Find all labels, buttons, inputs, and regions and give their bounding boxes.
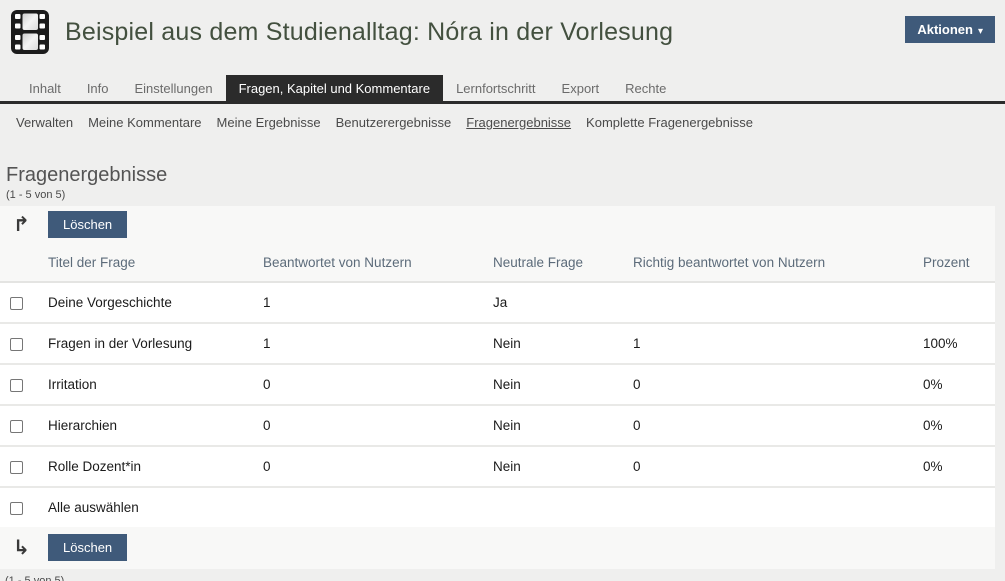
subtab-verwalten[interactable]: Verwalten	[16, 115, 73, 130]
cell-percent: 0%	[913, 364, 995, 405]
cell-neutral: Ja	[483, 282, 623, 323]
cell-correct	[623, 282, 913, 323]
header-checkbox-spacer	[0, 243, 38, 282]
cell-answered: 1	[253, 282, 483, 323]
cell-title: Irritation	[38, 364, 253, 405]
subtab-benutzerergebnisse[interactable]: Benutzerergebnisse	[336, 115, 452, 130]
cell-answered: 0	[253, 446, 483, 487]
cell-title: Fragen in der Vorlesung	[38, 323, 253, 364]
table-toolbar-bottom: ↳ Löschen	[0, 527, 995, 569]
chevron-down-icon: ▾	[978, 26, 983, 37]
tab-info[interactable]: Info	[74, 75, 122, 101]
page-title: Beispiel aus dem Studienalltag: Nóra in …	[65, 18, 673, 47]
delete-button-top[interactable]: Löschen	[48, 211, 127, 238]
arrow-up-right-icon: ↱	[13, 215, 35, 235]
cell-answered: 1	[253, 323, 483, 364]
column-correct: Richtig beantwortet von Nutzern	[623, 243, 913, 282]
table-row: Irritation 0 Nein 0 0%	[0, 364, 995, 405]
cell-neutral: Nein	[483, 323, 623, 364]
cell-neutral: Nein	[483, 364, 623, 405]
cell-title: Hierarchien	[38, 405, 253, 446]
row-checkbox[interactable]	[10, 420, 23, 433]
arrow-down-right-icon: ↳	[13, 538, 35, 558]
cell-title: Deine Vorgeschichte	[38, 282, 253, 323]
delete-button-bottom[interactable]: Löschen	[48, 534, 127, 561]
subtab-fragenergebnisse[interactable]: Fragenergebnisse	[466, 115, 571, 130]
cell-neutral: Nein	[483, 405, 623, 446]
row-checkbox[interactable]	[10, 461, 23, 474]
row-checkbox[interactable]	[10, 338, 23, 351]
cell-percent	[913, 282, 995, 323]
tab-lernfortschritt[interactable]: Lernfortschritt	[443, 75, 548, 101]
actions-button[interactable]: Aktionen ▾	[905, 16, 995, 43]
table-row: Hierarchien 0 Nein 0 0%	[0, 405, 995, 446]
tab-einstellungen[interactable]: Einstellungen	[122, 75, 226, 101]
cell-title: Rolle Dozent*in	[38, 446, 253, 487]
table-row: Rolle Dozent*in 0 Nein 0 0%	[0, 446, 995, 487]
tab-rechte[interactable]: Rechte	[612, 75, 679, 101]
cell-percent: 100%	[913, 323, 995, 364]
tab-export[interactable]: Export	[549, 75, 613, 101]
select-all-label: Alle auswählen	[38, 487, 995, 527]
table-header-row: Titel der Frage Beantwortet von Nutzern …	[0, 243, 995, 282]
cell-correct: 0	[623, 446, 913, 487]
actions-button-label: Aktionen	[917, 22, 973, 37]
cell-answered: 0	[253, 364, 483, 405]
cell-correct: 0	[623, 364, 913, 405]
sub-tab-bar: Verwalten Meine Kommentare Meine Ergebni…	[0, 104, 1005, 140]
subtab-komplette-fragenergebnisse[interactable]: Komplette Fragenergebnisse	[586, 115, 753, 130]
subtab-meine-kommentare[interactable]: Meine Kommentare	[88, 115, 201, 130]
row-checkbox[interactable]	[10, 379, 23, 392]
section-title: Fragenergebnisse	[6, 164, 1005, 187]
page: Beispiel aus dem Studienalltag: Nóra in …	[0, 0, 1005, 581]
column-neutral: Neutrale Frage	[483, 243, 623, 282]
row-checkbox[interactable]	[10, 297, 23, 310]
main-tab-bar: Inhalt Info Einstellungen Fragen, Kapite…	[0, 75, 1005, 104]
select-all-checkbox[interactable]	[10, 502, 23, 515]
filmstrip-icon	[8, 9, 52, 55]
result-range-bottom: (1 - 5 von 5)	[5, 575, 1005, 581]
question-results-table: Titel der Frage Beantwortet von Nutzern …	[0, 243, 995, 527]
table-toolbar-top: ↱ Löschen	[0, 206, 995, 243]
content-area: Fragenergebnisse (1 - 5 von 5) ↱ Löschen…	[0, 164, 1005, 581]
cell-neutral: Nein	[483, 446, 623, 487]
select-all-row: Alle auswählen	[0, 487, 995, 527]
tab-inhalt[interactable]: Inhalt	[16, 75, 74, 101]
column-answered: Beantwortet von Nutzern	[253, 243, 483, 282]
tab-fragen-kapitel-und-kommentare[interactable]: Fragen, Kapitel und Kommentare	[226, 75, 444, 101]
table-row: Deine Vorgeschichte 1 Ja	[0, 282, 995, 323]
cell-correct: 0	[623, 405, 913, 446]
column-title: Titel der Frage	[38, 243, 253, 282]
result-range-top: (1 - 5 von 5)	[6, 189, 1005, 201]
column-percent: Prozent	[913, 243, 995, 282]
cell-percent: 0%	[913, 405, 995, 446]
subtab-meine-ergebnisse[interactable]: Meine Ergebnisse	[217, 115, 321, 130]
cell-percent: 0%	[913, 446, 995, 487]
table-row: Fragen in der Vorlesung 1 Nein 1 100%	[0, 323, 995, 364]
object-header: Beispiel aus dem Studienalltag: Nóra in …	[0, 0, 1005, 61]
cell-correct: 1	[623, 323, 913, 364]
cell-answered: 0	[253, 405, 483, 446]
